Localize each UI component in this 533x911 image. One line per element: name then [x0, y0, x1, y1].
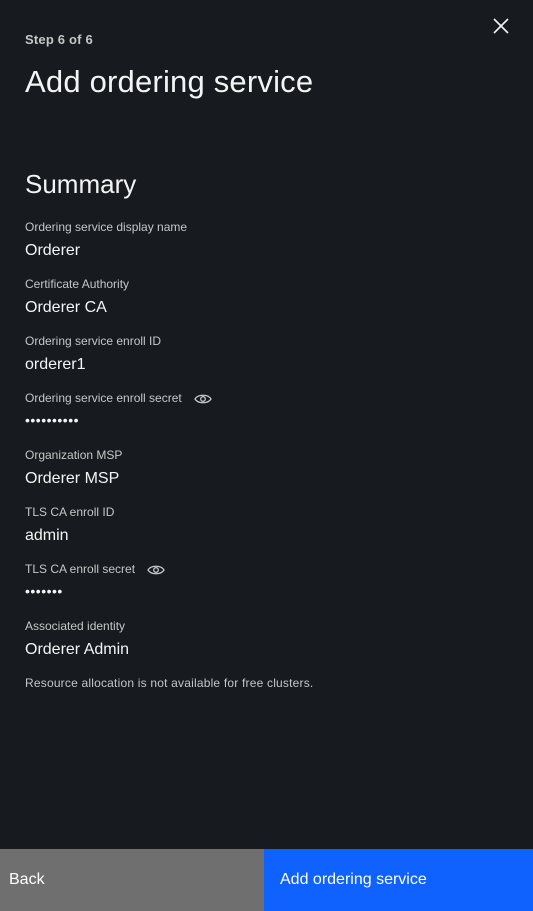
- field-label: TLS CA enroll ID: [25, 505, 115, 519]
- field-value: Orderer: [25, 242, 81, 259]
- field-label: Ordering service enroll ID: [25, 334, 162, 348]
- field-certificate-authority: Certificate Authority Orderer CA: [25, 277, 508, 334]
- field-label: Associated identity: [25, 619, 126, 633]
- footer-actions: Back Add ordering service: [0, 849, 533, 911]
- field-value: orderer1: [25, 356, 86, 373]
- field-label: Ordering service enroll secret: [25, 391, 182, 405]
- side-panel: Step 6 of 6 Add ordering service Summary…: [0, 0, 533, 911]
- field-label: Certificate Authority: [25, 277, 130, 291]
- secret-value: ••••••••••: [25, 412, 80, 428]
- resource-allocation-note: Resource allocation is not available for…: [25, 676, 314, 690]
- field-tls-enroll-id: TLS CA enroll ID admin: [25, 505, 508, 562]
- field-tls-enroll-secret: TLS CA enroll secret •••••••: [25, 562, 508, 619]
- field-value: Orderer Admin: [25, 641, 130, 658]
- field-value: Orderer CA: [25, 299, 107, 316]
- field-enroll-secret: Ordering service enroll secret •••••••••…: [25, 391, 508, 448]
- field-enroll-id: Ordering service enroll ID orderer1: [25, 334, 508, 391]
- field-associated-identity: Associated identity Orderer Admin: [25, 619, 508, 676]
- field-label-row: Ordering service enroll secret: [25, 391, 508, 406]
- secret-value: •••••••: [25, 583, 63, 599]
- add-ordering-service-button[interactable]: Add ordering service: [264, 849, 533, 911]
- field-value: Orderer MSP: [25, 470, 120, 487]
- field-organization-msp: Organization MSP Orderer MSP: [25, 448, 508, 505]
- field-label-row: TLS CA enroll secret: [25, 562, 508, 577]
- field-value: admin: [25, 527, 69, 544]
- summary-fields: Ordering service display name Orderer Ce…: [25, 220, 508, 676]
- field-label: TLS CA enroll secret: [25, 562, 136, 576]
- field-display-name: Ordering service display name Orderer: [25, 220, 508, 277]
- page-title: Add ordering service: [25, 64, 314, 99]
- field-label: Organization MSP: [25, 448, 123, 462]
- close-icon[interactable]: [491, 16, 511, 36]
- summary-heading: Summary: [25, 169, 137, 199]
- field-label: Ordering service display name: [25, 220, 188, 234]
- step-indicator: Step 6 of 6: [25, 32, 93, 47]
- eye-icon[interactable]: [193, 392, 212, 406]
- eye-icon[interactable]: [147, 563, 165, 577]
- back-button[interactable]: Back: [0, 849, 264, 911]
